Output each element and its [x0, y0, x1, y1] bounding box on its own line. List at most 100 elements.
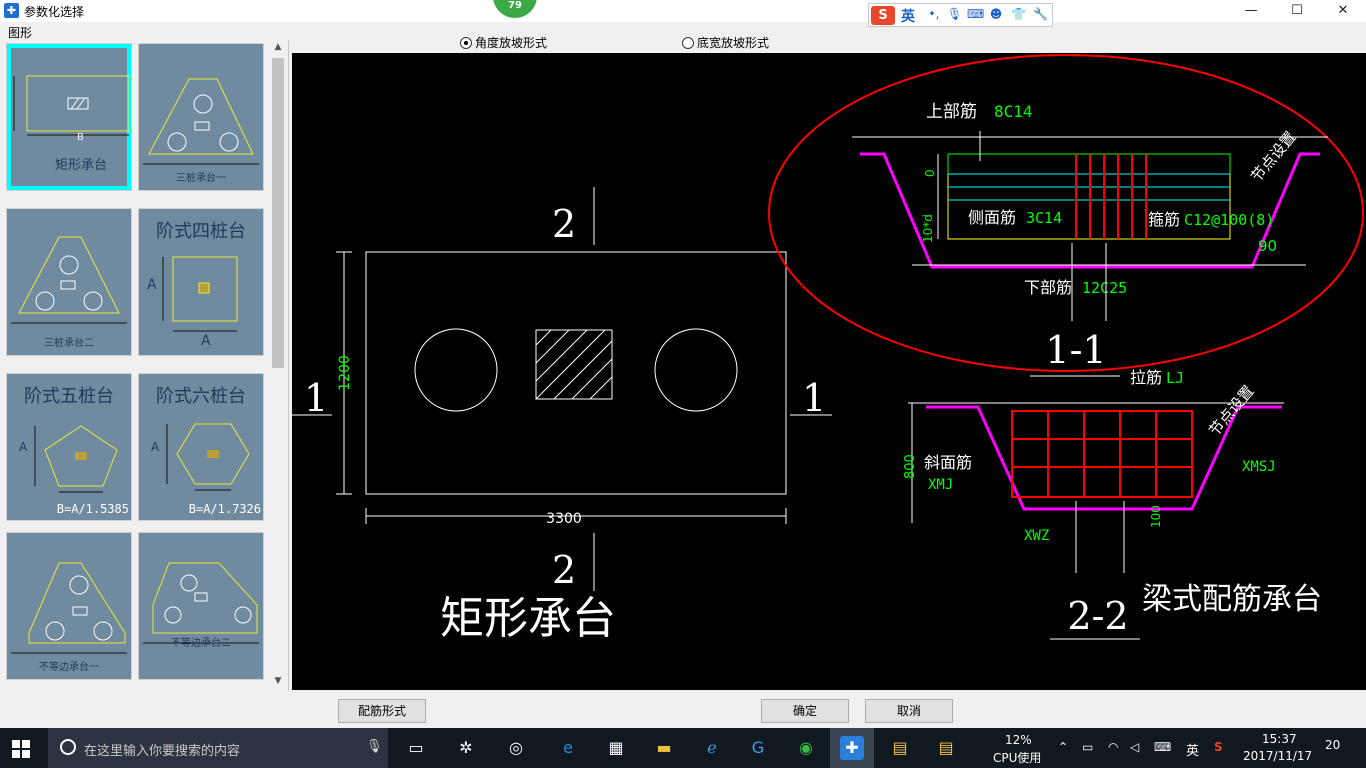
sec11-side-bar-label: 侧面筋 [968, 208, 1016, 227]
sogou-logo-icon[interactable]: S [871, 6, 895, 25]
thumb-step-six-pile[interactable]: 阶式六桩台 A B=A/1.7326 [138, 373, 264, 521]
search-placeholder[interactable]: 在这里输入你要搜索的内容 [84, 740, 240, 759]
sec11-label: 1-1 [1045, 328, 1106, 372]
sec11-depth: 10*d [921, 214, 935, 243]
thumb-rect-cap-preview: B 矩形承台 [11, 48, 130, 186]
slope-mode-options: 角度放坡形式 底宽放坡形式 [290, 28, 1366, 52]
sec11-bottom-bar-value: 12C25 [1082, 279, 1127, 297]
dim-width: 3300 [546, 511, 582, 527]
windows-start-icon[interactable] [12, 740, 30, 758]
clock-time[interactable]: 15:37 [1262, 732, 1297, 746]
g-app-icon[interactable]: G [746, 736, 770, 760]
section-mark-1-right: 1 [802, 376, 826, 420]
minimize-button[interactable]: — [1228, 0, 1274, 22]
pile-right [654, 328, 738, 412]
active-cad-app-icon[interactable]: ✚ [840, 736, 864, 760]
shape-list-header: 图形 [8, 26, 33, 40]
sogou-tray-icon[interactable]: S [1214, 740, 1223, 754]
thumb-title: 阶式六桩台 [156, 386, 246, 407]
scroll-down-icon[interactable]: ▼ [271, 676, 285, 690]
close-button[interactable]: ✕ [1320, 0, 1366, 22]
thumb-formula: B=A/1.5385 [56, 502, 129, 516]
radio-angle-slope[interactable]: 角度放坡形式 [460, 34, 547, 51]
sec22-node-label: 节点设置 [1205, 382, 1257, 440]
title-bar: ✚ 参数化选择 79 S 英 •, 🎙 ⌨ ☻ 👕 🔧 — ☐ ✕ [0, 0, 1366, 27]
shape-list: B 矩形承台 三桩承台一 三桩承台二 阶式四桩台 A A 阶式五桩台 A B=A… [0, 40, 289, 691]
score-badge[interactable]: 79 [493, 0, 537, 18]
cap-outline [365, 251, 787, 495]
section-mark-2-bottom: 2 [552, 548, 576, 592]
green-app-icon[interactable]: ◉ [794, 736, 818, 760]
thumb-formula: B=A/1.7326 [188, 502, 261, 516]
dim-height: 1200 [337, 355, 353, 391]
store-icon[interactable]: ▦ [604, 736, 628, 760]
cortana-icon[interactable] [60, 739, 76, 755]
maximize-button[interactable]: ☐ [1274, 0, 1320, 22]
thumb-title: 阶式五桩台 [24, 386, 114, 407]
thumb-rect-cap[interactable]: B 矩形承台 [6, 43, 132, 191]
thumb-unequal-cap-1[interactable]: 不等边承台一 [6, 532, 132, 680]
spiral-app-icon[interactable]: ◎ [504, 736, 528, 760]
skin-icon[interactable]: 👕 [1011, 7, 1026, 23]
microphone-icon[interactable]: 🎙 [947, 7, 962, 23]
sec11-top-bar-label: 上部筋 [926, 102, 977, 122]
notes-app-icon[interactable]: ▤ [888, 736, 912, 760]
user-icon[interactable]: ☻ [989, 7, 1003, 23]
edge-browser-icon[interactable]: e [556, 736, 580, 760]
thumb-dim-a: A [19, 440, 28, 454]
ie-browser-icon[interactable]: ℯ [700, 736, 724, 760]
doc-app-icon[interactable]: ▤ [934, 736, 958, 760]
radio-unchecked-icon[interactable] [682, 36, 694, 49]
radio-label: 底宽放坡形式 [697, 36, 770, 50]
cancel-button[interactable]: 取消 [865, 699, 953, 723]
sec22-slope-label: 斜面筋 [924, 453, 972, 472]
ime-toolbar[interactable]: S 英 •, 🎙 ⌨ ☻ 👕 🔧 [868, 3, 1053, 27]
radio-bottom-width-slope[interactable]: 底宽放坡形式 [682, 34, 769, 51]
sec11-zero: 0 [923, 169, 937, 177]
thumb-dim-a: A [147, 277, 157, 293]
sec11-bottom-bar-label: 下部筋 [1024, 278, 1072, 297]
wrench-icon[interactable]: 🔧 [1033, 7, 1048, 23]
app-icon: ✚ [4, 3, 19, 18]
ok-button[interactable]: 确定 [761, 699, 849, 723]
sec22-h100: 100 [1149, 505, 1163, 528]
clock-date[interactable]: 2017/11/17 [1243, 749, 1312, 763]
scrollbar-thumb[interactable] [272, 58, 284, 368]
section-mark-1-left: 1 [304, 376, 328, 420]
sec11-side-bar-value: 3C14 [1026, 209, 1062, 227]
battery-icon[interactable]: ▭ [1082, 740, 1093, 754]
thumb-dim-a: A [151, 440, 160, 454]
thumb-step-five-pile[interactable]: 阶式五桩台 A B=A/1.5385 [6, 373, 132, 521]
thumb-caption: 三桩承台一 [176, 173, 226, 184]
ime-language[interactable]: 英 [901, 6, 915, 26]
pinwheel-app-icon[interactable]: ✲ [454, 736, 478, 760]
thumb-three-pile-2[interactable]: 三桩承台二 [6, 208, 132, 356]
thumb-step-four-pile[interactable]: 阶式四桩台 A A [138, 208, 264, 356]
wifi-icon[interactable]: ◠ [1108, 740, 1118, 754]
task-view-icon[interactable]: ▭ [404, 736, 428, 760]
thumb-three-pile-1[interactable]: 三桩承台一 [138, 43, 264, 191]
sec22-h800: 800 [903, 454, 918, 479]
thumb-caption: 不等边承台一 [39, 662, 99, 673]
section-mark-2-top: 2 [552, 202, 576, 246]
sec11-top-bar-value: 8C14 [994, 102, 1033, 121]
radio-checked-icon[interactable] [460, 36, 472, 49]
thumb-caption: 三桩承台二 [44, 338, 94, 349]
chevron-up-icon[interactable]: ⌃ [1058, 740, 1068, 754]
input-language[interactable]: 英 [1186, 740, 1199, 759]
sec11-stirrup-label: 箍筋 [1148, 210, 1180, 229]
reinforce-mode-button[interactable]: 配筋形式 [338, 699, 426, 723]
file-explorer-icon[interactable]: ▬ [652, 736, 676, 760]
microphone-icon[interactable]: 🎙 [366, 739, 383, 754]
volume-icon[interactable]: ◁ [1130, 740, 1139, 754]
window-title: 参数化选择 [24, 5, 85, 19]
main-drawing-title: 矩形承台 [440, 593, 616, 644]
beam-cap-title: 梁式配筋承台 [1142, 582, 1322, 617]
notification-count[interactable]: 20 [1325, 738, 1340, 752]
thumb-dim-b: B [77, 132, 84, 143]
thumb-unequal-cap-2[interactable]: 不等边承台二 [138, 532, 264, 680]
keyboard-icon[interactable]: ⌨ [1154, 740, 1171, 754]
punctuation-icon[interactable]: •, [927, 7, 941, 23]
scroll-up-icon[interactable]: ▲ [271, 42, 285, 56]
keyboard-icon[interactable]: ⌨ [967, 7, 984, 23]
